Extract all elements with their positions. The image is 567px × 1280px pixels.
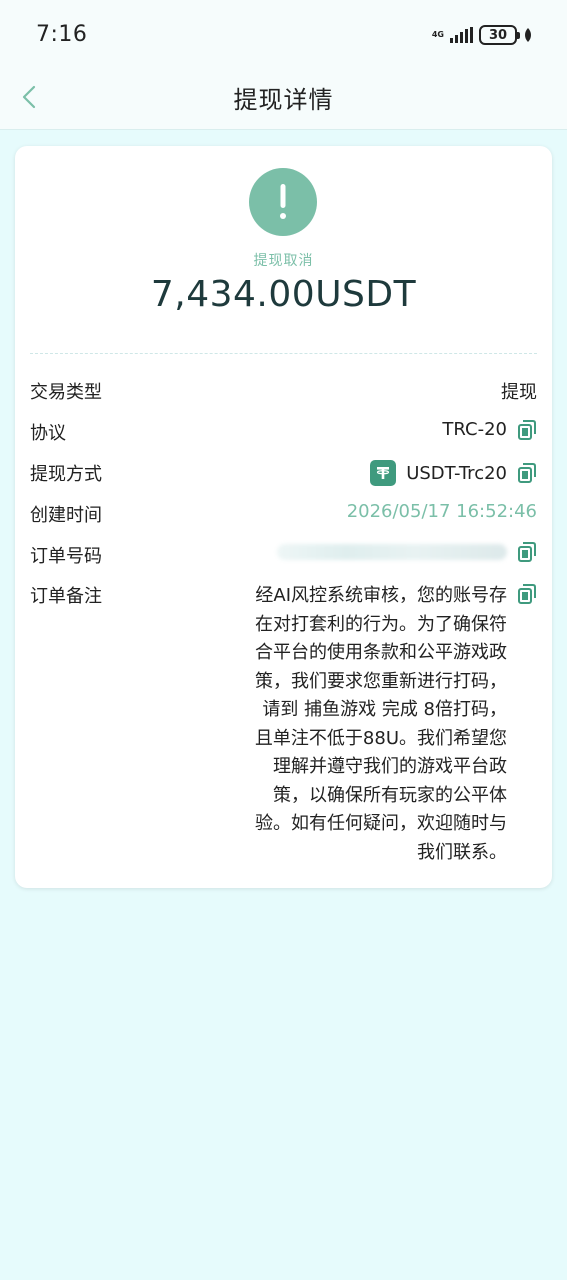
row-protocol: 协议 TRC-20 (30, 419, 537, 449)
status-time: 7:16 (36, 22, 88, 47)
transaction-type-label: 交易类型 (30, 382, 102, 403)
order-number-redacted (277, 544, 507, 560)
exclamation-icon (280, 184, 286, 219)
status-label: 提现取消 (253, 253, 314, 269)
page-header: 提现详情 (0, 70, 567, 130)
signal-icon (450, 27, 473, 43)
row-transaction-type: 交易类型 提现 (30, 378, 537, 408)
order-number-label: 订单号码 (30, 546, 102, 567)
tether-icon (370, 460, 397, 486)
copy-icon[interactable] (517, 463, 537, 483)
battery-level: 30 (488, 27, 508, 43)
dashed-divider (30, 353, 537, 354)
protocol-value: TRC-20 (442, 419, 507, 440)
page-title: 提现详情 (233, 86, 334, 114)
network-type: 4G (431, 30, 444, 39)
row-order-remark: 订单备注 经AI风控系统审核，您的账号存在对打套利的行为。为了确保符合平台的使用… (30, 582, 537, 863)
amount-value: 7,434.00USDT (150, 274, 417, 315)
battery-icon: 30 (479, 25, 520, 45)
row-order-number: 订单号码 (30, 542, 537, 572)
withdraw-method-label: 提现方式 (30, 464, 102, 485)
copy-icon[interactable] (517, 542, 537, 562)
copy-icon[interactable] (517, 584, 537, 604)
withdraw-method-value: USDT-Trc20 (406, 462, 507, 484)
copy-icon[interactable] (517, 419, 537, 440)
status-icon-circle (249, 168, 317, 236)
status-bar: 7:16 4G 30 (0, 0, 567, 70)
order-remark-label: 订单备注 (30, 586, 102, 607)
withdrawal-detail-card: 提现取消 7,434.00USDT 交易类型 提现 协议 TRC-20 提现方式 (15, 146, 552, 888)
leaf-icon (525, 28, 531, 42)
created-time-value: 2026/05/17 16:52:46 (346, 501, 537, 522)
row-withdraw-method: 提现方式 USDT-Trc20 (30, 460, 537, 490)
row-created-time: 创建时间 2026/05/17 16:52:46 (30, 501, 537, 531)
status-icons: 4G 30 (432, 24, 533, 46)
protocol-label: 协议 (30, 423, 66, 444)
created-time-label: 创建时间 (30, 505, 102, 526)
transaction-type-value: 提现 (501, 382, 537, 403)
order-remark-value: 经AI风控系统审核，您的账号存在对打套利的行为。为了确保符合平台的使用条款和公平… (254, 585, 507, 863)
